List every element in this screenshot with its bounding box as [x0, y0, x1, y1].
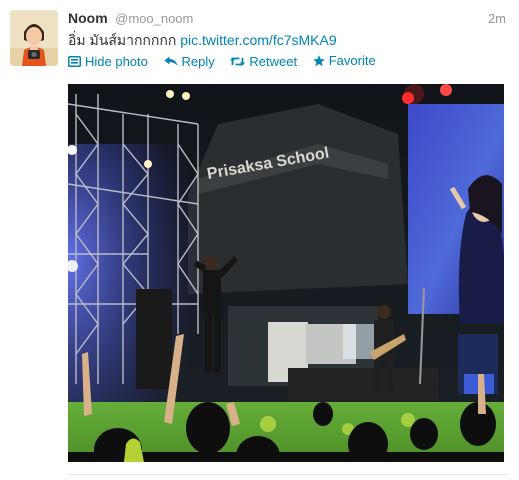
photo-link[interactable]: pic.twitter.com/fc7sMKA9: [180, 32, 336, 48]
tweet-header: Noom @moo_noom 2m: [68, 10, 508, 28]
reply-button[interactable]: Reply: [164, 54, 215, 69]
tweet-photo[interactable]: Prisaksa School: [68, 84, 504, 462]
favorite-button[interactable]: Favorite: [313, 53, 376, 68]
user-handle[interactable]: @moo_noom: [115, 11, 193, 26]
retweet-label: Retweet: [249, 53, 298, 69]
tweet-divider: [68, 474, 508, 475]
photo-icon: [68, 55, 81, 67]
concert-photo: Prisaksa School: [68, 84, 504, 462]
favorite-label: Favorite: [328, 53, 376, 68]
user-fullname[interactable]: Noom: [68, 10, 108, 26]
tweet-text: อิ่ม มันส์มากกกกก pic.twitter.com/fc7sMK…: [68, 31, 508, 49]
reply-icon: [164, 56, 178, 66]
retweet-button[interactable]: Retweet: [230, 54, 297, 69]
favorite-icon: [313, 54, 325, 66]
hide-photo-label: Hide photo: [85, 53, 148, 69]
tweet-timestamp[interactable]: 2m: [488, 11, 506, 26]
avatar[interactable]: [10, 10, 58, 66]
avatar-image: [10, 10, 58, 66]
tweet: Noom @moo_noom 2m อิ่ม มันส์มากกกกก pic.…: [0, 0, 519, 480]
tweet-text-body: อิ่ม มันส์มากกกกก: [68, 32, 181, 48]
reply-label: Reply: [181, 53, 215, 69]
retweet-icon: [230, 57, 246, 65]
hide-photo-button[interactable]: Hide photo: [68, 54, 148, 69]
tweet-actions: Hide photo Reply Retweet Favorite: [68, 53, 508, 71]
